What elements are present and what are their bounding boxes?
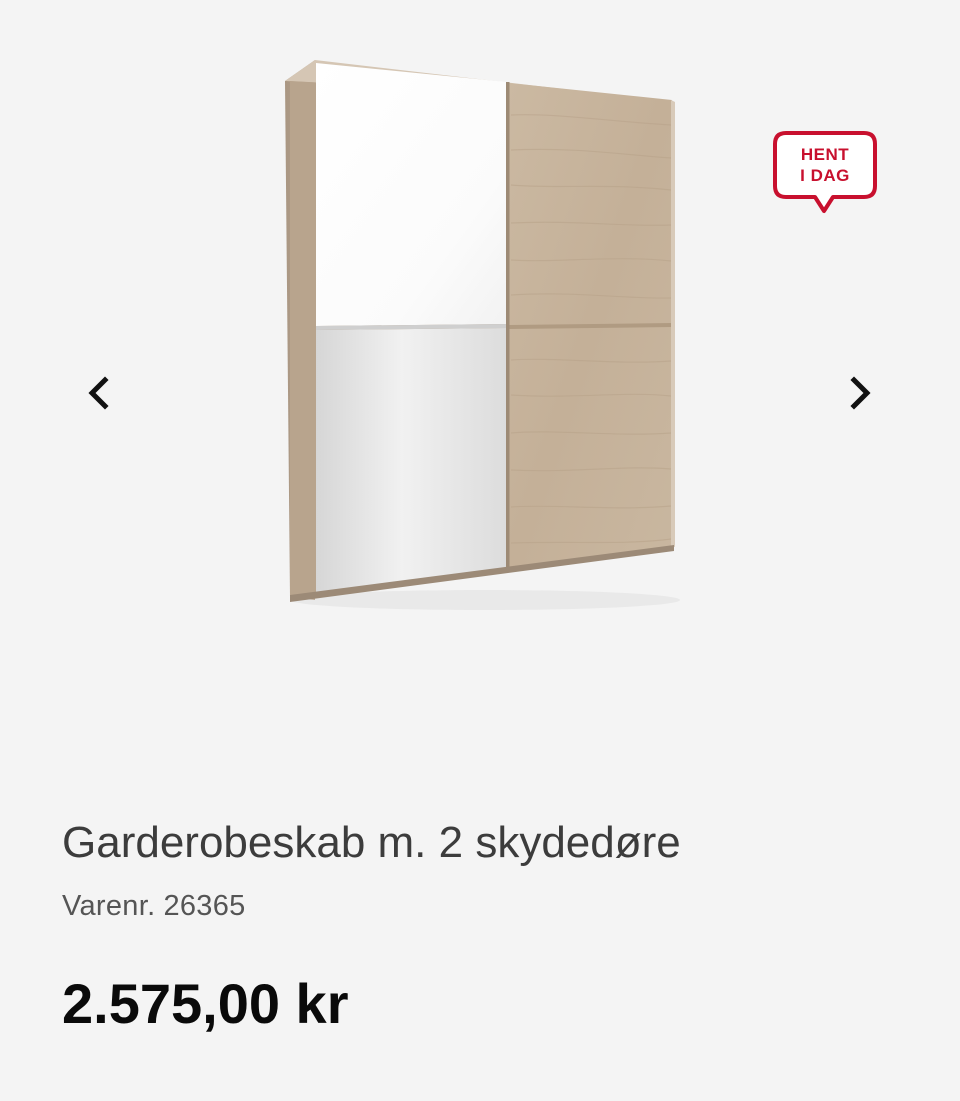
sku-label: Varenr. [62,890,156,922]
product-gallery: HENT I DAG [0,0,960,760]
badge-line-1: HENT [800,145,850,164]
product-sku: Varenr. 26365 [62,886,922,926]
product-price: 2.575,00 kr [62,972,349,1035]
pickup-today-badge: HENT I DAG [772,130,878,218]
gallery-prev-button[interactable] [75,369,123,417]
gallery-next-button[interactable] [836,369,884,417]
product-image[interactable] [275,55,685,615]
chevron-right-icon [850,376,871,410]
product-title[interactable]: Garderobeskab m. 2 skydedøre [62,812,922,874]
badge-line-2: I DAG [800,166,850,185]
chevron-left-icon [88,376,109,410]
product-info: Garderobeskab m. 2 skydedøre Varenr. 2636… [62,812,922,1040]
badge-label: HENT I DAG [776,144,874,186]
sku-value: 26365 [163,890,246,922]
